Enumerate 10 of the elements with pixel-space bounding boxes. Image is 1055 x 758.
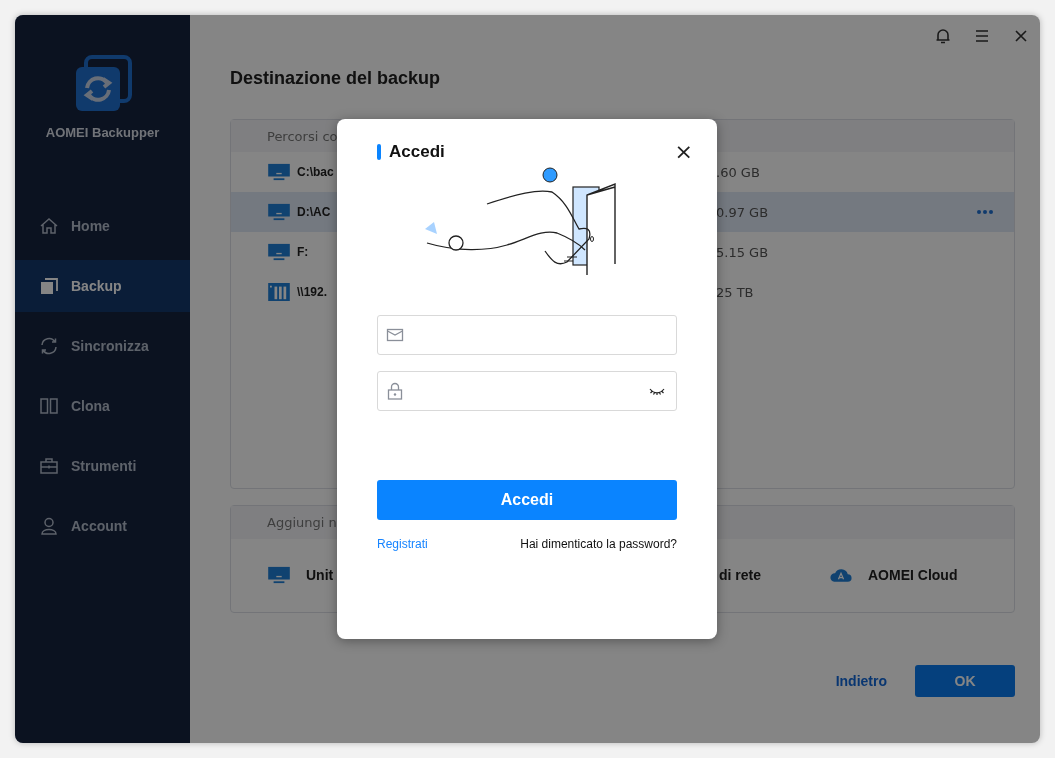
page-title: Destinazione del backup xyxy=(230,68,442,89)
path-size: 0.97 GB xyxy=(716,204,770,220)
app-name: AOMEI Backupper xyxy=(45,125,160,140)
path-name: F: xyxy=(297,245,310,259)
path-name: C:\bac xyxy=(297,165,335,179)
path-size: 25 TB xyxy=(716,284,755,300)
path-size: .60 GB xyxy=(716,164,761,180)
path-name: D:\AC xyxy=(297,205,332,219)
path-size: 5.15 GB xyxy=(716,244,770,260)
path-name: \\192. xyxy=(297,285,329,299)
